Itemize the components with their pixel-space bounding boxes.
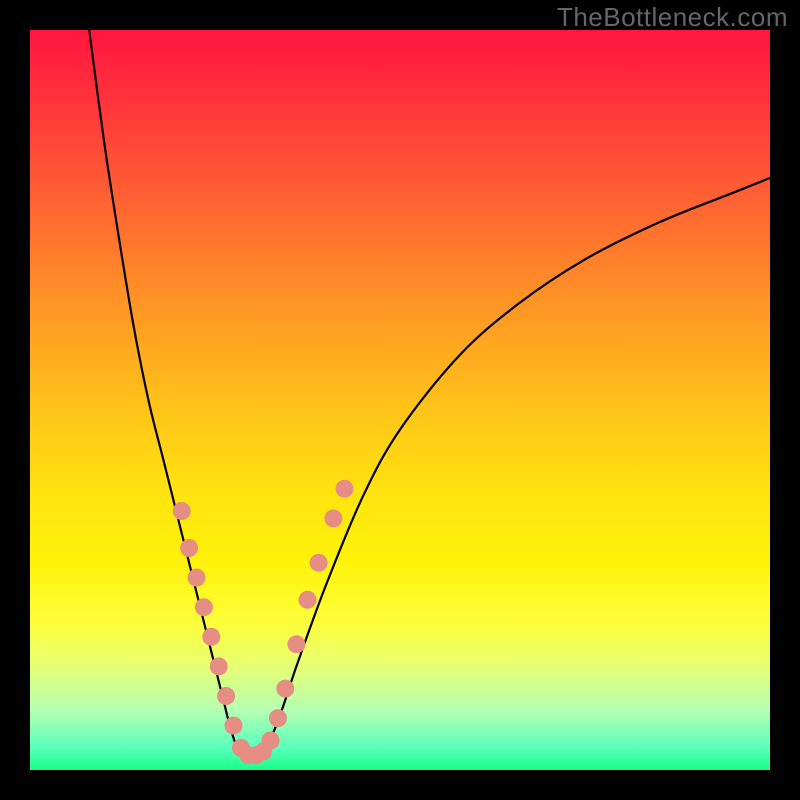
right-dot-4 bbox=[299, 591, 317, 609]
right-dot-5 bbox=[310, 554, 328, 572]
left-dot-4 bbox=[195, 598, 213, 616]
valley-5 bbox=[262, 731, 280, 749]
right-dot-1 bbox=[269, 709, 287, 727]
watermark-label: TheBottleneck.com bbox=[557, 2, 788, 33]
curve-right bbox=[259, 178, 770, 755]
right-dot-7 bbox=[336, 480, 354, 498]
left-dot-8 bbox=[225, 717, 243, 735]
chart-svg bbox=[30, 30, 770, 770]
left-dot-3 bbox=[188, 569, 206, 587]
right-dot-6 bbox=[324, 509, 342, 527]
right-dot-3 bbox=[287, 635, 305, 653]
plot-area bbox=[30, 30, 770, 770]
left-dot-6 bbox=[210, 657, 228, 675]
right-dot-2 bbox=[276, 680, 294, 698]
left-dot-7 bbox=[217, 687, 235, 705]
left-dot-5 bbox=[202, 628, 220, 646]
curve-left bbox=[89, 30, 244, 755]
left-dot-2 bbox=[180, 539, 198, 557]
data-points-group bbox=[173, 480, 354, 764]
chart-frame: TheBottleneck.com bbox=[0, 0, 800, 800]
left-dot-1 bbox=[173, 502, 191, 520]
